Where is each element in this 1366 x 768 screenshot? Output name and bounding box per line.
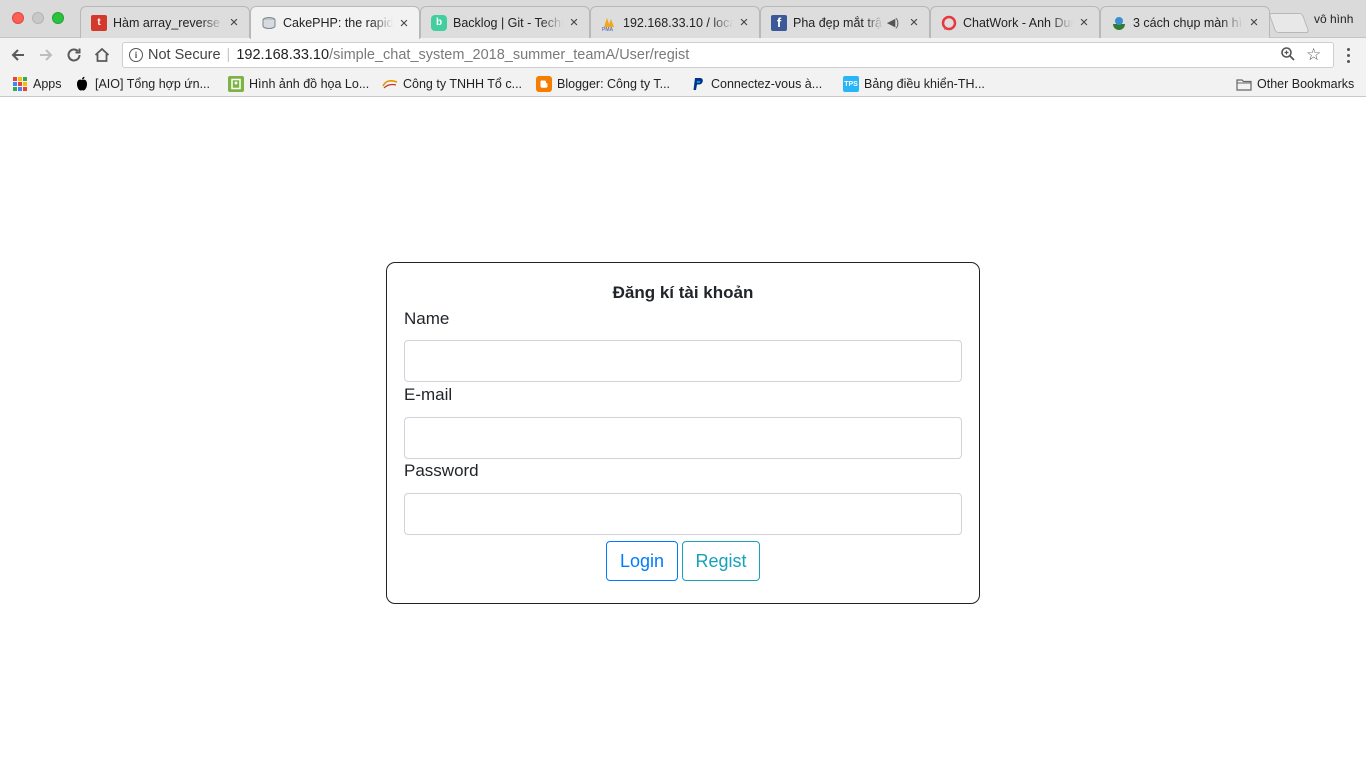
browser-tab[interactable]: PMA 192.168.33.10 / localhost × [590,6,760,38]
bookmark-label: Hình ảnh đồ họa Lo... [249,77,370,91]
close-icon[interactable]: × [1077,15,1091,30]
bookmark-item[interactable]: [AIO] Tổng hợp ứn... [74,75,210,93]
apple-icon [74,76,90,92]
close-icon[interactable]: × [567,15,581,30]
zoom-icon[interactable] [1280,46,1296,67]
tab-title: 3 cách chụp màn hình [1133,15,1243,30]
email-input[interactable] [404,417,962,459]
freepik-icon [228,76,244,92]
login-button[interactable]: Login [606,541,678,581]
bookmark-item[interactable]: Connectez-vous à... [690,75,822,93]
cakephp-icon [261,15,277,31]
backlog-icon: b [431,14,447,31]
browser-tab[interactable]: b Backlog | Git - TechBase × [420,6,590,38]
address-separator: | [226,47,231,63]
speaker-icon[interactable]: ◀) [887,16,899,29]
tab-title: 192.168.33.10 / localhost [623,15,733,30]
close-icon[interactable]: × [397,16,411,31]
bookmark-apps[interactable]: Apps [12,75,62,93]
company-icon [382,76,398,92]
close-icon[interactable]: × [227,15,241,30]
arrow-right-icon [40,49,53,61]
tab-strip: t Hàm array_reverse trong PHP × CakePHP:… [0,0,1366,39]
phpmyadmin-icon: PMA [601,15,617,31]
browser-toolbar: i Not Secure | 192.168.33.10/simple_chat… [0,38,1366,71]
browser-tab[interactable]: f Pha đẹp mắt trận đấu ◀) × [760,6,930,38]
close-window-button[interactable] [12,12,24,24]
kebab-menu-icon[interactable] [1338,44,1358,66]
bookmark-item[interactable]: Công ty TNHH Tổ c... [382,75,522,93]
url-host: 192.168.33.10 [236,47,330,63]
arrow-left-icon [11,49,24,61]
paypal-icon [690,76,706,92]
home-icon [94,47,110,62]
svg-text:PMA: PMA [602,27,614,31]
address-bar[interactable]: i Not Secure | 192.168.33.10/simple_chat… [122,42,1334,68]
bookmark-label: [AIO] Tổng hợp ứn... [95,77,211,91]
bookmark-label: Apps [33,77,62,91]
name-label: Name [404,309,450,328]
apps-grid-icon [12,76,28,92]
bookmark-item[interactable]: TPS Bảng điều khiển-TH... [843,75,985,93]
other-bookmarks[interactable]: Other Bookmarks [1236,75,1354,93]
facebook-icon: f [771,14,787,31]
browser-tab[interactable]: ChatWork - Anh Dung × [930,6,1100,38]
minimize-window-button[interactable] [32,12,44,24]
close-icon[interactable]: × [737,15,751,30]
form-title: Đăng kí tài khoản [612,283,754,302]
close-icon[interactable]: × [1247,15,1261,30]
password-label: Password [404,461,479,480]
tab-title: Pha đẹp mắt trận đấu [793,15,883,30]
register-form: Đăng kí tài khoản Name E-mail Password L… [386,262,980,604]
bookmark-label: Connectez-vous à... [711,77,823,91]
blogger-icon [536,76,552,92]
maximize-window-button[interactable] [52,12,64,24]
tab-title: Backlog | Git - TechBase [453,15,563,30]
info-icon[interactable]: i [129,48,143,62]
chatwork-icon [941,15,957,31]
forward-button[interactable] [34,43,58,67]
reload-button[interactable] [62,43,86,67]
profile-name[interactable]: vô hình [1314,12,1353,26]
home-button[interactable] [90,43,114,67]
back-button[interactable] [6,43,30,67]
bookmark-star-icon[interactable]: ☆ [1306,45,1321,65]
security-status[interactable]: Not Secure [148,47,221,63]
tab-title: CakePHP: the rapid development [283,16,393,30]
bookmark-item[interactable]: Blogger: Công ty T... [536,75,670,93]
tps-icon: TPS [843,76,859,92]
browser-tab[interactable]: t Hàm array_reverse trong PHP × [80,6,250,38]
regist-button[interactable]: Regist [682,541,760,581]
name-input[interactable] [404,340,962,382]
tips-icon [1111,15,1127,31]
browser-tab-active[interactable]: CakePHP: the rapid development × [250,6,420,39]
new-tab-button[interactable] [1268,13,1310,33]
bookmark-item[interactable]: Hình ảnh đồ họa Lo... [228,75,369,93]
password-input[interactable] [404,493,962,535]
close-icon[interactable]: × [907,15,921,30]
url-path: /simple_chat_system_2018_summer_teamA/Us… [329,47,690,63]
folder-icon [1236,76,1252,92]
reload-icon [67,48,81,62]
bookmark-label: Blogger: Công ty T... [557,77,671,91]
t-icon: t [91,14,107,31]
email-label: E-mail [404,385,453,404]
browser-tab[interactable]: 3 cách chụp màn hình × [1100,6,1270,38]
bookmark-label: Bảng điều khiển-TH... [864,77,985,91]
tab-title: Hàm array_reverse trong PHP [113,15,223,30]
bookmarks-bar: Apps [AIO] Tổng hợp ứn... Hình ảnh đồ họ… [0,71,1366,97]
tab-title: ChatWork - Anh Dung [963,15,1073,30]
bookmark-label: Công ty TNHH Tổ c... [403,77,523,91]
bookmark-label: Other Bookmarks [1257,77,1355,91]
